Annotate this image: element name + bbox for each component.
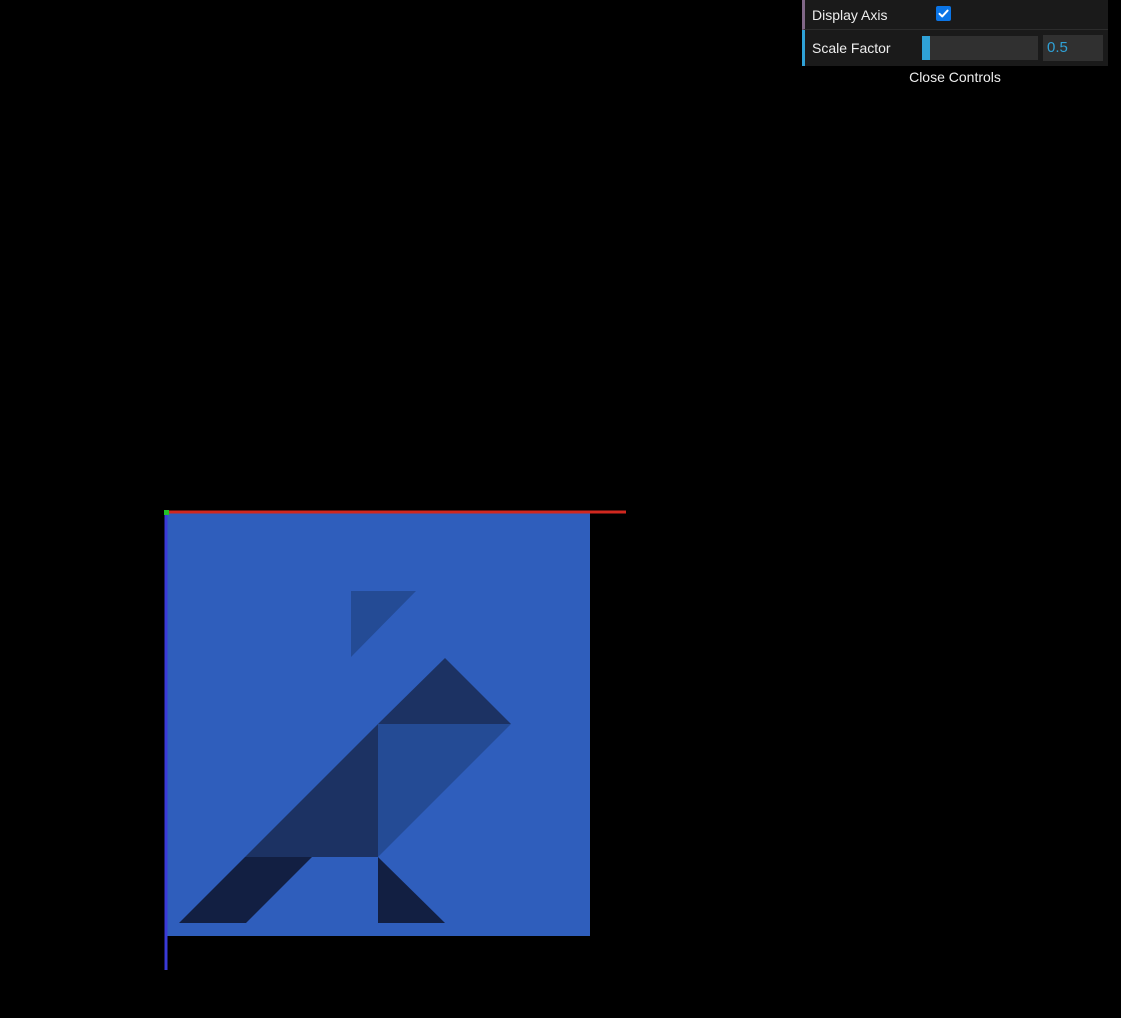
scale-factor-input[interactable] — [1043, 35, 1103, 61]
scale-factor-label: Scale Factor — [812, 40, 891, 56]
scale-factor-slider-fill — [922, 36, 931, 60]
scene-canvas[interactable] — [0, 0, 1121, 1018]
scale-factor-row: Scale Factor — [802, 30, 1108, 66]
close-controls-button[interactable]: Close Controls — [802, 66, 1108, 88]
display-axis-label: Display Axis — [812, 6, 888, 23]
checkmark-icon — [938, 9, 949, 18]
controls-panel: Display Axis Scale Factor — [802, 0, 1108, 66]
scale-factor-slider[interactable] — [922, 36, 1038, 60]
display-axis-checkbox[interactable] — [936, 6, 951, 21]
y-axis-marker — [164, 510, 169, 515]
webgl-viewport[interactable] — [0, 0, 1121, 1018]
display-axis-row[interactable]: Display Axis — [802, 0, 1108, 30]
